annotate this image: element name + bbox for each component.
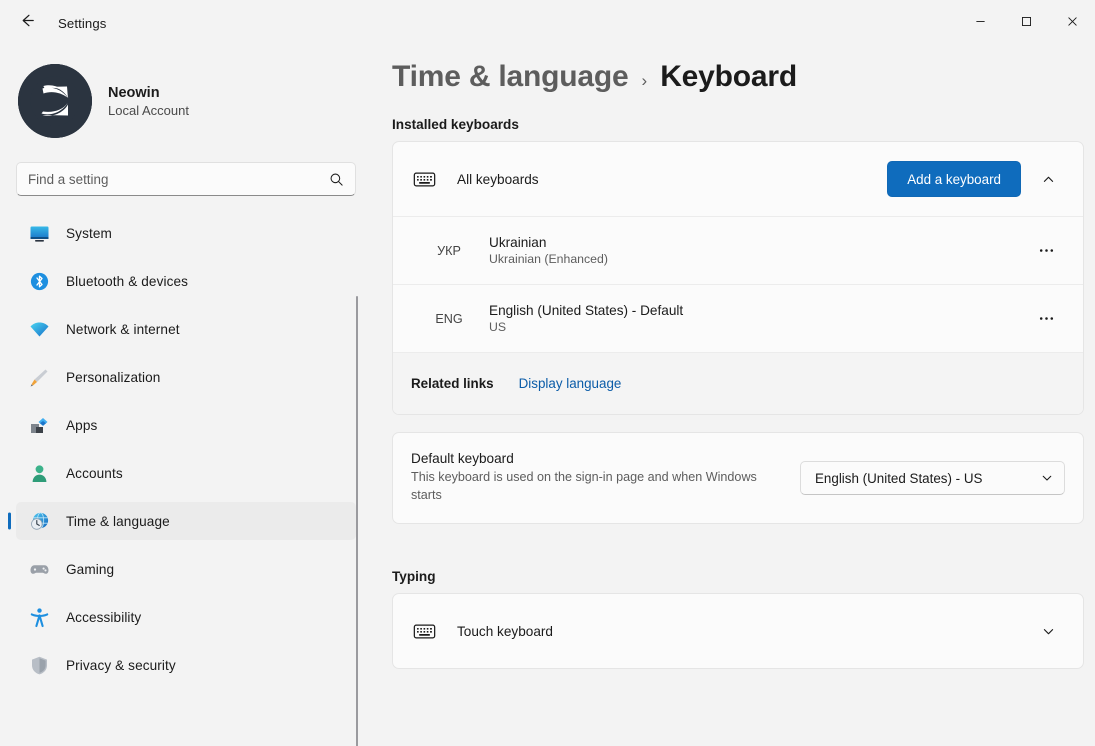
breadcrumb-separator-icon: ›	[641, 71, 648, 90]
gamepad-icon	[28, 558, 50, 580]
breadcrumb-parent[interactable]: Time & language	[392, 60, 629, 94]
sidebar-nav: System Bluetooth & devices Network & int…	[16, 214, 356, 684]
default-keyboard-selected-value: English (United States) - US	[815, 470, 983, 486]
touch-keyboard-card[interactable]: Touch keyboard	[392, 593, 1084, 669]
main-content: Time & language › Keyboard Installed key…	[372, 46, 1095, 746]
search-icon	[329, 172, 344, 187]
maximize-icon	[1021, 14, 1032, 32]
account-type: Local Account	[108, 102, 189, 118]
window-caption-buttons	[957, 0, 1095, 46]
all-keyboards-collapse-button[interactable]	[1031, 162, 1065, 196]
title-bar: Settings	[0, 0, 1095, 46]
close-icon	[1067, 14, 1078, 32]
display-language-link[interactable]: Display language	[519, 376, 622, 391]
sidebar: Neowin Local Account Find a setting Syst…	[0, 46, 372, 746]
all-keyboards-header-row[interactable]: All keyboards Add a keyboard	[393, 142, 1083, 216]
minimize-icon	[975, 14, 986, 32]
account-name: Neowin	[108, 84, 160, 101]
chevron-down-icon	[1042, 625, 1055, 638]
keyboard-more-options-button[interactable]	[1029, 234, 1063, 268]
installed-keyboards-heading: Installed keyboards	[392, 117, 519, 132]
sidebar-item-accessibility[interactable]: Accessibility	[16, 598, 356, 636]
sidebar-item-label: Time & language	[66, 513, 170, 529]
table-row[interactable]: УКР Ukrainian Ukrainian (Enhanced)	[393, 216, 1083, 284]
keyboard-abbr: ENG	[435, 311, 463, 326]
person-icon	[28, 462, 50, 484]
keyboard-texts: English (United States) - Default US	[489, 303, 683, 334]
keyboard-abbr: УКР	[437, 243, 461, 258]
more-options-icon	[1038, 310, 1055, 327]
chevron-down-icon	[1041, 472, 1053, 484]
app-title: Settings	[58, 15, 107, 31]
sidebar-item-label: Accessibility	[66, 609, 142, 625]
back-button[interactable]	[8, 8, 46, 38]
sidebar-item-label: Gaming	[66, 561, 115, 577]
accessibility-icon	[28, 606, 50, 628]
keyboard-name: Ukrainian	[489, 235, 547, 250]
touch-keyboard-label: Touch keyboard	[457, 623, 553, 639]
breadcrumb: Time & language › Keyboard	[392, 60, 1084, 94]
close-button[interactable]	[1049, 0, 1095, 46]
window-body: Neowin Local Account Find a setting Syst…	[0, 46, 1095, 746]
sidebar-item-label: Bluetooth & devices	[66, 273, 189, 289]
touch-keyboard-expand-button[interactable]	[1031, 614, 1065, 648]
sidebar-item-label: Accounts	[66, 465, 123, 481]
account-block[interactable]: Neowin Local Account	[16, 64, 356, 138]
sidebar-item-apps[interactable]: Apps	[16, 406, 356, 444]
all-keyboards-card: All keyboards Add a keyboard УКР Ukraini…	[392, 141, 1084, 415]
keyboard-icon	[411, 168, 437, 191]
sidebar-item-gaming[interactable]: Gaming	[16, 550, 356, 588]
sidebar-item-label: Apps	[66, 417, 98, 433]
sidebar-item-label: Privacy & security	[66, 657, 176, 673]
keyboard-name: English (United States) - Default	[489, 303, 684, 318]
default-keyboard-card: Default keyboard This keyboard is used o…	[392, 432, 1084, 524]
related-links-row: Related links Display language	[393, 352, 1083, 414]
page-title: Keyboard	[660, 60, 797, 93]
search-input[interactable]	[28, 171, 329, 187]
default-keyboard-title: Default keyboard	[411, 451, 514, 467]
wifi-icon	[28, 318, 50, 340]
keyboard-icon	[411, 620, 437, 643]
paintbrush-icon	[28, 366, 50, 388]
back-arrow-icon	[18, 11, 37, 35]
all-keyboards-label: All keyboards	[457, 171, 539, 187]
sidebar-scrollbar[interactable]	[356, 296, 358, 746]
default-keyboard-row: Default keyboard This keyboard is used o…	[393, 433, 1083, 523]
avatar	[18, 64, 92, 138]
sidebar-item-label: Network & internet	[66, 321, 180, 337]
minimize-button[interactable]	[957, 0, 1003, 46]
keyboard-texts: Ukrainian Ukrainian (Enhanced)	[489, 235, 608, 266]
sidebar-item-system[interactable]: System	[16, 214, 356, 252]
keyboard-more-options-button[interactable]	[1029, 302, 1063, 336]
search-box[interactable]	[16, 162, 356, 196]
bluetooth-icon	[28, 270, 50, 292]
sidebar-item-personalization[interactable]: Personalization	[16, 358, 356, 396]
touch-keyboard-row[interactable]: Touch keyboard	[393, 594, 1083, 668]
monitor-icon	[28, 222, 50, 244]
sidebar-item-accounts[interactable]: Accounts	[16, 454, 356, 492]
sidebar-item-bluetooth-devices[interactable]: Bluetooth & devices	[16, 262, 356, 300]
sidebar-item-privacy-security[interactable]: Privacy & security	[16, 646, 356, 684]
keyboard-layout: Ukrainian (Enhanced)	[489, 252, 608, 266]
sidebar-item-network-internet[interactable]: Network & internet	[16, 310, 356, 348]
maximize-button[interactable]	[1003, 0, 1049, 46]
keyboard-layout: US	[489, 320, 507, 334]
default-keyboard-description: This keyboard is used on the sign-in pag…	[411, 470, 757, 502]
table-row[interactable]: ENG English (United States) - Default US	[393, 284, 1083, 352]
related-links-label: Related links	[411, 376, 494, 391]
account-text: Neowin Local Account	[108, 85, 189, 118]
settings-window: Settings Neowin Local Account Find a set…	[0, 0, 1095, 746]
shield-icon	[28, 654, 50, 676]
default-keyboard-dropdown[interactable]: English (United States) - US	[800, 461, 1065, 495]
more-options-icon	[1038, 242, 1055, 259]
default-keyboard-texts: Default keyboard This keyboard is used o…	[411, 451, 771, 505]
apps-icon	[28, 414, 50, 436]
chevron-up-icon	[1042, 173, 1055, 186]
add-a-keyboard-button[interactable]: Add a keyboard	[887, 161, 1021, 197]
typing-heading: Typing	[392, 569, 436, 584]
sidebar-item-label: System	[66, 225, 112, 241]
sidebar-item-time-language[interactable]: Time & language	[16, 502, 356, 540]
clock-globe-icon	[28, 510, 50, 532]
sidebar-item-label: Personalization	[66, 369, 161, 385]
